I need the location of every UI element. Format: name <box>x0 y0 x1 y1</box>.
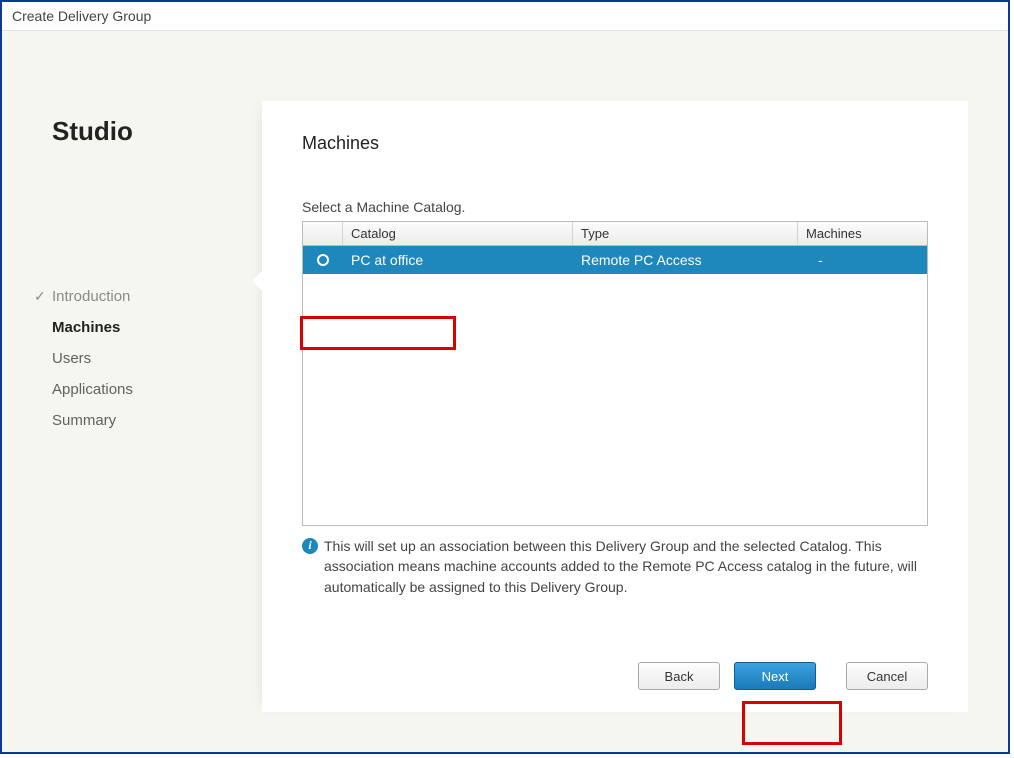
step-label: Summary <box>52 412 116 429</box>
catalog-table: Catalog Type Machines PC at office Remot… <box>302 221 928 526</box>
info-text: This will set up an association between … <box>324 536 928 597</box>
step-label: Applications <box>52 381 133 398</box>
row-radio[interactable] <box>303 250 343 270</box>
col-type: Type <box>573 222 798 245</box>
col-radio <box>303 222 343 245</box>
step-summary[interactable]: Summary <box>52 405 262 436</box>
row-type: Remote PC Access <box>573 248 798 272</box>
next-button[interactable]: Next <box>734 662 816 690</box>
wizard-steps: Introduction Machines Users Applications… <box>52 281 262 436</box>
col-catalog: Catalog <box>343 222 573 245</box>
window-title: Create Delivery Group <box>2 2 1008 31</box>
step-users[interactable]: Users <box>52 343 262 374</box>
step-label: Machines <box>52 319 120 336</box>
info-note: i This will set up an association betwee… <box>302 536 928 597</box>
page-heading: Machines <box>302 123 928 154</box>
wizard-body: Studio Introduction Machines Users Appli… <box>2 31 1008 752</box>
step-label: Users <box>52 350 91 367</box>
step-introduction[interactable]: Introduction <box>52 281 262 312</box>
studio-brand: Studio <box>52 116 133 147</box>
content-panel: Machines Select a Machine Catalog. Catal… <box>262 101 968 712</box>
page-instruction: Select a Machine Catalog. <box>302 199 928 215</box>
wizard-sidebar: Studio Introduction Machines Users Appli… <box>2 31 262 752</box>
row-catalog: PC at office <box>343 248 573 272</box>
cancel-button[interactable]: Cancel <box>846 662 928 690</box>
back-button[interactable]: Back <box>638 662 720 690</box>
table-row[interactable]: PC at office Remote PC Access - <box>303 246 927 274</box>
radio-icon <box>317 254 329 266</box>
wizard-window: Create Delivery Group Studio Introductio… <box>0 0 1010 754</box>
col-machines: Machines <box>798 222 927 245</box>
annotation-highlight-next <box>742 701 842 745</box>
table-header: Catalog Type Machines <box>303 222 927 246</box>
step-label: Introduction <box>52 288 130 305</box>
row-machines: - <box>798 248 927 272</box>
info-icon: i <box>302 538 318 554</box>
step-machines[interactable]: Machines <box>52 312 262 343</box>
step-applications[interactable]: Applications <box>52 374 262 405</box>
wizard-buttons: Back Next Cancel <box>638 662 928 690</box>
